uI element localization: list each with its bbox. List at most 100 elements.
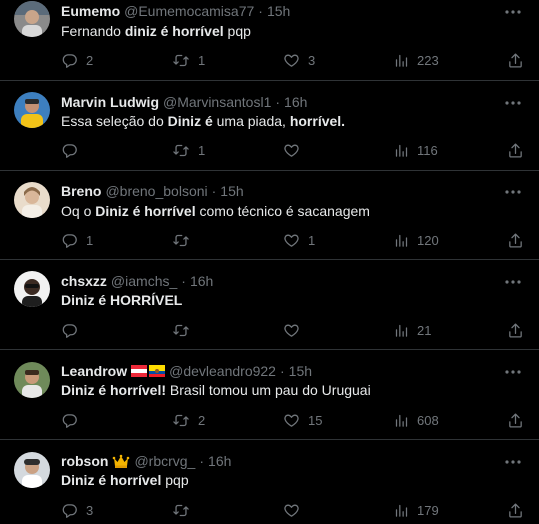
like-button[interactable] bbox=[283, 320, 308, 340]
avatar[interactable] bbox=[14, 362, 50, 398]
views-chart-icon bbox=[395, 234, 408, 247]
like-button[interactable]: 3 bbox=[283, 50, 315, 70]
share-button[interactable] bbox=[507, 140, 524, 160]
tweet-text: Diniz é HORRÍVEL bbox=[61, 291, 182, 310]
more-dots-icon bbox=[505, 280, 521, 284]
display-name[interactable]: Leandrow bbox=[61, 361, 127, 381]
like-button[interactable]: 15 bbox=[283, 410, 322, 430]
name-emoji-group bbox=[112, 453, 130, 469]
tweet[interactable]: Marvin Ludwig @Marvinsantosl1 · 16h Essa… bbox=[0, 81, 539, 171]
ecuador-flag-icon bbox=[149, 365, 166, 377]
tweet[interactable]: robson @rbcrvg_ · 16h Diniz é horrível p… bbox=[0, 440, 539, 524]
reply-icon bbox=[62, 53, 77, 68]
retweet-button[interactable] bbox=[172, 500, 198, 520]
heart-icon bbox=[284, 234, 299, 247]
views-button[interactable]: 179 bbox=[394, 500, 439, 520]
display-name[interactable]: robson bbox=[61, 451, 108, 471]
share-button[interactable] bbox=[507, 50, 524, 70]
views-button[interactable]: 223 bbox=[394, 50, 439, 70]
timestamp[interactable]: 15h bbox=[289, 361, 312, 381]
timestamp[interactable]: 16h bbox=[284, 92, 307, 112]
share-button[interactable] bbox=[507, 230, 524, 250]
views-chart-icon bbox=[395, 504, 408, 517]
views-button[interactable]: 120 bbox=[394, 230, 439, 250]
heart-icon bbox=[284, 414, 299, 427]
tweet-text: Fernando diniz é horrível pqp bbox=[61, 22, 251, 41]
reply-button[interactable]: 3 bbox=[61, 500, 93, 520]
display-name[interactable]: Marvin Ludwig bbox=[61, 92, 159, 112]
retweet-button[interactable] bbox=[172, 320, 198, 340]
display-name[interactable]: chsxzz bbox=[61, 271, 107, 291]
views-button[interactable]: 21 bbox=[394, 320, 431, 340]
heart-icon bbox=[284, 324, 299, 337]
action-bar: 3 179 bbox=[61, 500, 527, 520]
more-options-button[interactable] bbox=[503, 2, 523, 22]
highlighted-keyword: Diniz é bbox=[167, 113, 213, 129]
like-button[interactable] bbox=[283, 140, 308, 160]
avatar[interactable] bbox=[14, 452, 50, 488]
views-chart-icon bbox=[395, 414, 408, 427]
reply-count: 1 bbox=[86, 232, 94, 248]
more-options-button[interactable] bbox=[503, 182, 523, 202]
more-options-button[interactable] bbox=[503, 93, 523, 113]
view-count: 223 bbox=[417, 52, 439, 68]
reply-button[interactable] bbox=[61, 140, 86, 160]
timestamp[interactable]: 16h bbox=[190, 271, 213, 291]
views-button[interactable]: 116 bbox=[394, 140, 438, 160]
retweet-button[interactable]: 1 bbox=[172, 50, 205, 70]
display-name[interactable]: Breno bbox=[61, 181, 101, 201]
avatar[interactable] bbox=[14, 182, 50, 218]
action-bar: 21 bbox=[61, 320, 527, 340]
display-name[interactable]: Eumemo bbox=[61, 1, 120, 21]
timestamp[interactable]: 15h bbox=[267, 1, 290, 21]
avatar[interactable] bbox=[14, 1, 50, 37]
user-handle[interactable]: @Marvinsantosl1 bbox=[163, 92, 271, 112]
heart-icon bbox=[284, 54, 299, 67]
reply-button[interactable]: 1 bbox=[61, 230, 93, 250]
tweet-text: Diniz é horrível! Brasil tomou um pau do… bbox=[61, 381, 371, 400]
user-handle[interactable]: @iamchs_ bbox=[111, 271, 177, 291]
tweet[interactable]: Breno @breno_bolsoni · 15h Oq o Diniz é … bbox=[0, 171, 539, 260]
share-icon bbox=[509, 502, 522, 518]
crown-emoji-icon bbox=[113, 454, 130, 468]
timestamp[interactable]: 15h bbox=[220, 181, 243, 201]
reply-count: 2 bbox=[86, 52, 94, 68]
share-button[interactable] bbox=[507, 320, 524, 340]
share-button[interactable] bbox=[507, 500, 524, 520]
retweet-icon bbox=[173, 144, 189, 156]
retweet-button[interactable] bbox=[172, 230, 198, 250]
user-handle[interactable]: @Eumemocamisa77 bbox=[124, 1, 254, 21]
user-handle[interactable]: @breno_bolsoni bbox=[105, 181, 207, 201]
retweet-icon bbox=[173, 324, 189, 336]
separator-dot: · bbox=[258, 3, 263, 19]
view-count: 120 bbox=[417, 232, 439, 248]
more-options-button[interactable] bbox=[503, 272, 523, 292]
tweet[interactable]: chsxzz @iamchs_ · 16h Diniz é HORRÍVEL 2… bbox=[0, 260, 539, 350]
avatar[interactable] bbox=[14, 92, 50, 128]
user-handle[interactable]: @devleandro922 bbox=[169, 361, 276, 381]
reply-button[interactable]: 2 bbox=[61, 50, 93, 70]
like-button[interactable] bbox=[283, 500, 308, 520]
more-options-button[interactable] bbox=[503, 452, 523, 472]
like-button[interactable]: 1 bbox=[283, 230, 315, 250]
highlighted-keyword: horrível. bbox=[289, 113, 346, 129]
avatar[interactable] bbox=[14, 271, 50, 307]
separator-dot: · bbox=[181, 273, 186, 289]
share-icon bbox=[509, 412, 522, 428]
tweet-header: chsxzz @iamchs_ · 16h bbox=[61, 271, 213, 291]
retweet-button[interactable]: 2 bbox=[172, 410, 205, 430]
views-button[interactable]: 608 bbox=[394, 410, 439, 430]
tweet[interactable]: Leandrow @devleandro922 · 15h Diniz é ho… bbox=[0, 350, 539, 440]
separator-dot: · bbox=[211, 183, 217, 199]
more-options-button[interactable] bbox=[503, 362, 523, 382]
reply-button[interactable] bbox=[61, 320, 86, 340]
reply-icon bbox=[62, 233, 77, 248]
action-bar: 2 15 608 bbox=[61, 410, 527, 430]
user-handle[interactable]: @rbcrvg_ bbox=[134, 451, 195, 471]
share-button[interactable] bbox=[507, 410, 524, 430]
retweet-button[interactable]: 1 bbox=[172, 140, 205, 160]
reply-button[interactable] bbox=[61, 410, 86, 430]
tweet[interactable]: Eumemo @Eumemocamisa77 · 15h Fernando di… bbox=[0, 0, 539, 81]
highlighted-keyword: Diniz é horrível bbox=[95, 203, 196, 219]
timestamp[interactable]: 16h bbox=[208, 451, 231, 471]
